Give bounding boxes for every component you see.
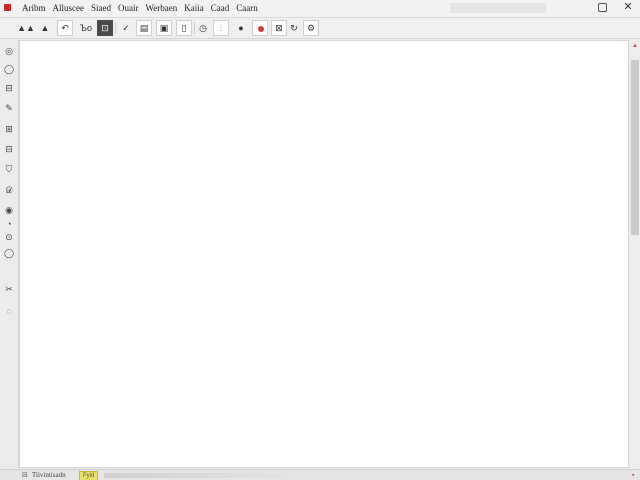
tool-pen[interactable]: 𝒟 bbox=[3, 184, 15, 196]
toolbar-button-page[interactable]: ▯ bbox=[176, 20, 192, 36]
settings-icon: ⚙ bbox=[306, 22, 316, 33]
brush-icon: ✎ bbox=[5, 102, 13, 113]
menu-items: Aribm Alluscee Siaed Ouair Werbaen Kaiia… bbox=[20, 3, 263, 14]
eraser-icon: ⊞ bbox=[5, 123, 13, 134]
tool-speech[interactable]: ◌ bbox=[3, 305, 15, 317]
speech-icon: ◌ bbox=[6, 305, 12, 316]
toolbar-button-settings[interactable]: ⚙ bbox=[303, 20, 319, 36]
circle-icon: ◯ bbox=[3, 63, 15, 74]
app-logo-icon bbox=[4, 4, 11, 11]
globe-icon: ◉ bbox=[5, 204, 13, 215]
tool-shield[interactable]: ⛉ bbox=[3, 163, 15, 175]
status-text: Tiivintisadn bbox=[32, 471, 66, 479]
menu-item-2[interactable]: Alluscee bbox=[51, 3, 87, 14]
tool-cursor[interactable]: ◎ bbox=[3, 45, 15, 57]
tool-eraser[interactable]: ⊞ bbox=[3, 123, 15, 135]
toolbar-button-image[interactable]: ▣ bbox=[156, 20, 172, 36]
toolbar-button-comment[interactable]: ● bbox=[233, 20, 249, 36]
toolbar-button-chart[interactable]: ⫶ bbox=[213, 20, 229, 36]
refresh-icon: ↻ bbox=[290, 22, 298, 33]
toolbar-button-panel[interactable]: ▤ bbox=[136, 20, 152, 36]
tool-stamp[interactable]: ⊟ bbox=[3, 82, 15, 94]
wand-icon: ✂ bbox=[5, 283, 13, 294]
toolbar-button-box-x[interactable]: ⊠ bbox=[271, 20, 287, 36]
tool-brush[interactable]: ✎ bbox=[3, 102, 15, 114]
tool-wand[interactable]: ✂ bbox=[3, 283, 15, 295]
bold-tool-icon: Ъo bbox=[79, 22, 93, 33]
vertical-scrollbar[interactable]: ▲ bbox=[630, 40, 640, 468]
toolbar-button-undo[interactable]: ↶ bbox=[57, 20, 73, 36]
toolbar-button-record[interactable] bbox=[252, 20, 268, 36]
menu-item-3[interactable]: Siaed bbox=[89, 3, 113, 14]
selected-tool-icon: ⊡ bbox=[101, 22, 109, 33]
toolbar-button-refresh[interactable]: ↻ bbox=[286, 20, 302, 36]
page-icon: ▯ bbox=[181, 22, 187, 33]
menu-item-7[interactable]: Caad bbox=[209, 3, 232, 14]
undo-icon: ↶ bbox=[61, 22, 69, 33]
toolbar-button-selected-tool[interactable]: ⊡ bbox=[97, 20, 113, 36]
title-field bbox=[450, 3, 546, 13]
shapes-icon: ▲▲ bbox=[17, 22, 35, 33]
close-icon: ✕ bbox=[623, 1, 633, 13]
menu-bar: Aribm Alluscee Siaed Ouair Werbaen Kaiia… bbox=[0, 0, 640, 18]
toolbar: ▲▲ ▲ ↶ Ъo ⊡ ✓ ▤ ▣ ▯ ◷ ⫶ ● ⊠ ↻ ⚙ bbox=[0, 18, 640, 39]
menu-item-1[interactable]: Aribm bbox=[20, 3, 48, 14]
clock-icon: ◷ bbox=[199, 22, 207, 33]
close-button[interactable]: ✕ bbox=[622, 1, 634, 14]
app-window: Aribm Alluscee Siaed Ouair Werbaen Kaiia… bbox=[0, 0, 640, 480]
stamp-icon: ⊟ bbox=[5, 82, 13, 93]
tool-globe[interactable]: ◉ bbox=[3, 204, 15, 216]
cursor-icon: ◎ bbox=[5, 45, 13, 56]
drop-icon: ◔ bbox=[6, 218, 12, 229]
toolbar-button-check[interactable]: ✓ bbox=[118, 20, 134, 36]
status-progress bbox=[104, 473, 304, 478]
chart-icon: ⫶ bbox=[219, 22, 223, 33]
menu-item-5[interactable]: Werbaen bbox=[144, 3, 180, 14]
tool-circle[interactable]: ◯ bbox=[3, 63, 15, 75]
tool-palette: ◎ ◯ ⊟ ✎ ⊞ ⊟ ⛉ 𝒟 ◉ ◔ ⊙ ◯ ✂ ◌ bbox=[0, 40, 19, 468]
menu-item-8[interactable]: Caarn bbox=[234, 3, 260, 14]
scroll-up-icon[interactable]: ▲ bbox=[632, 43, 638, 49]
pen-icon: 𝒟 bbox=[5, 184, 13, 195]
tool-drop[interactable]: ◔ bbox=[3, 218, 15, 230]
scrollbar-thumb[interactable] bbox=[631, 60, 639, 235]
lens-icon: ◯ bbox=[3, 247, 15, 258]
toolbar-button-triangle[interactable]: ▲ bbox=[37, 20, 53, 36]
shield-icon: ⛉ bbox=[5, 163, 13, 174]
box-x-icon: ⊠ bbox=[275, 22, 283, 33]
status-badge[interactable]: Fyid bbox=[79, 471, 99, 480]
comment-icon: ● bbox=[238, 22, 244, 33]
status-icon: ⊟ bbox=[22, 472, 28, 479]
drawing-canvas[interactable] bbox=[19, 40, 629, 468]
triangle-icon: ▲ bbox=[40, 22, 50, 33]
tool-layer[interactable]: ⊟ bbox=[3, 143, 15, 155]
restore-button[interactable] bbox=[598, 3, 607, 12]
check-icon: ✓ bbox=[122, 22, 130, 33]
status-end-icon: ▪ bbox=[632, 472, 635, 479]
tool-lens[interactable]: ◯ bbox=[3, 247, 15, 259]
toolbar-separator bbox=[115, 22, 116, 34]
status-bar: ⊟ Tiivintisadn Fyid ▪ bbox=[0, 469, 640, 480]
toolbar-button-shapes[interactable]: ▲▲ bbox=[17, 20, 35, 36]
menu-item-6[interactable]: Kaiia bbox=[182, 3, 206, 14]
eye-icon: ⊙ bbox=[5, 231, 13, 242]
toolbar-button-bold-tool[interactable]: Ъo bbox=[78, 20, 94, 36]
image-icon: ▣ bbox=[159, 22, 169, 33]
tool-eye[interactable]: ⊙ bbox=[3, 231, 15, 243]
layer-icon: ⊟ bbox=[5, 143, 13, 154]
panel-icon: ▤ bbox=[139, 22, 149, 33]
toolbar-button-clock[interactable]: ◷ bbox=[195, 20, 211, 36]
menu-item-4[interactable]: Ouair bbox=[116, 3, 141, 14]
